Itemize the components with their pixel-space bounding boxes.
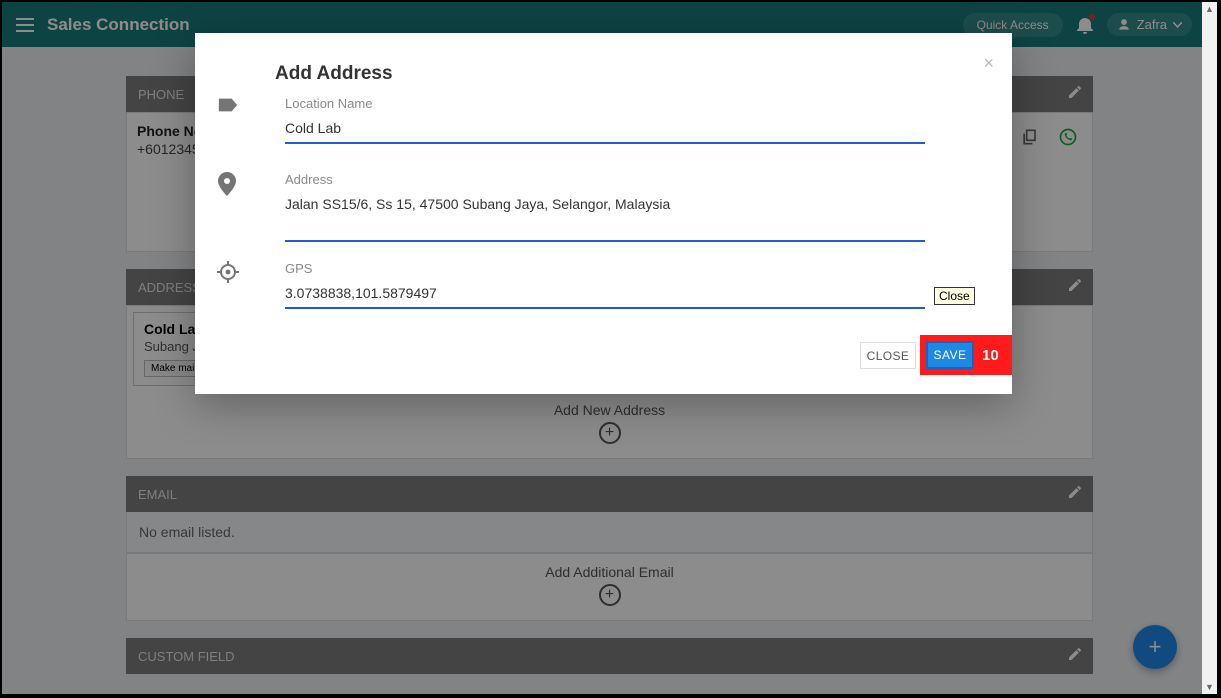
scrollbar[interactable]: ▲ ▼ [1202,2,1217,694]
scroll-up-icon[interactable]: ▲ [1202,2,1217,16]
close-tooltip: Close [934,287,975,305]
location-pin-icon [217,172,241,196]
close-icon[interactable]: × [983,53,994,74]
close-button[interactable]: CLOSE [860,342,916,369]
location-name-label: Location Name [285,96,372,111]
save-highlight: SAVE 10 [920,335,1012,375]
address-label: Address [285,172,333,187]
location-name-input[interactable] [285,116,925,144]
modal-title: Add Address [275,63,393,85]
scroll-down-icon[interactable]: ▼ [1202,680,1217,694]
gps-label: GPS [285,261,312,276]
add-address-modal: Add Address × Location Name Address [195,33,1012,394]
tag-icon [217,96,241,114]
gps-input[interactable] [285,281,925,309]
step-callout: 10 [982,347,999,364]
save-button[interactable]: SAVE [926,341,974,369]
gps-target-icon [217,261,241,283]
address-input[interactable] [285,192,925,242]
